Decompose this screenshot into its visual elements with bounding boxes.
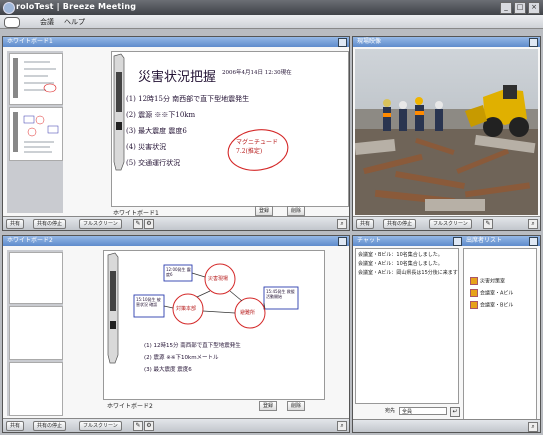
pod-menu-icon[interactable]: [453, 237, 462, 246]
window-titlebar: roloTest | Breeze Meeting _ □ ×: [0, 0, 543, 15]
thumbnail-page-2[interactable]: [9, 306, 63, 360]
wb1-register-button[interactable]: 登録: [255, 206, 274, 216]
menu-meeting[interactable]: 会議: [40, 17, 54, 27]
camera-tool-icon[interactable]: ✎: [483, 219, 493, 229]
pod-menu-icon[interactable]: [338, 237, 347, 246]
wb1-magnitude-note: マグニチュード 7.2(推定): [236, 139, 279, 155]
whiteboard2-canvas[interactable]: 12:00発生 震度6 災害現場 15:10発生 被害状況 確認 15:45発生…: [103, 250, 325, 400]
camera-title: 現場映像: [353, 37, 540, 47]
attendee-row[interactable]: 会議室・Aビル: [470, 289, 513, 297]
chat-recipient-row: 宛先 全員 ↵: [355, 406, 460, 417]
wb1-fullscreen-button[interactable]: フルスクリーン: [79, 219, 122, 229]
recipient-label: 宛先: [385, 408, 396, 414]
send-icon[interactable]: ↵: [450, 407, 460, 417]
thumbnail-page-1[interactable]: [9, 53, 63, 105]
chat-message: 会議室・Aビル：10名集合しました。: [358, 261, 443, 267]
wb1-share-button[interactable]: 共有: [6, 219, 25, 229]
wb2-stop-share-button[interactable]: 共有の停止: [33, 421, 67, 431]
wb1-line-3: (3) 最大震度 震度6: [126, 127, 187, 135]
user-icon: [470, 289, 478, 297]
wb2-toolbar: 共有 共有の停止 フルスクリーン ✎ ⚙ ⌕: [3, 418, 349, 432]
chat-title: チャット: [353, 236, 464, 246]
chat-toolbar: ⌕: [353, 419, 540, 432]
wb2-delete-button[interactable]: 削除: [287, 401, 306, 411]
wb2-node-5: 対策本部: [176, 306, 197, 312]
menu-bar: 会議 ヘルプ: [0, 15, 543, 29]
thumbnail-page-1[interactable]: [9, 252, 63, 304]
camera-pod: 現場映像 共有 共有の停止 フルスクリーン ✎ ⌕: [352, 36, 541, 231]
wb1-date: 2006年4月14日 12:30現在: [222, 70, 292, 76]
recipient-select[interactable]: 全員: [399, 407, 447, 415]
whiteboard2-label: ホワイトボード2: [107, 403, 153, 410]
pod-menu-icon[interactable]: [338, 38, 347, 47]
wb2-node-4: 15:45発生 救援活動開始: [266, 289, 295, 299]
wb2-node-2: 災害現場: [208, 276, 229, 282]
menu-help[interactable]: ヘルプ: [64, 17, 85, 27]
wb1-line-1: (1) 12時15分 南西部で直下型地震発生: [126, 95, 250, 103]
wb1-toolbar: 共有 共有の停止 フルスクリーン ✎ ⚙ ⌕: [3, 216, 349, 230]
wb1-settings-icon[interactable]: ⚙: [144, 219, 154, 229]
wb1-zoom-icon[interactable]: ⌕: [337, 219, 347, 229]
camera-share-button[interactable]: 共有: [356, 219, 375, 229]
wb2-node-1: 12:00発生 震度6: [166, 267, 191, 277]
attendees-title: 出席者リスト: [462, 236, 540, 246]
close-button[interactable]: ×: [528, 2, 540, 14]
wb2-node-3: 15:10発生 被害状況 確認: [136, 297, 161, 307]
camera-zoom-icon[interactable]: ⌕: [528, 219, 538, 229]
meeting-icon[interactable]: [4, 17, 20, 28]
whiteboard1-canvas[interactable]: 災害状況把握 2006年4月14日 12:30現在 (1) 12時15分 南西部…: [111, 51, 349, 207]
chat-attendee-pod: チャット 出席者リスト 会議室・Bビル：10名集合しました。 会議室・Aビル：1…: [352, 235, 541, 433]
chat-zoom-icon[interactable]: ⌕: [528, 422, 538, 432]
wb2-line-1: (1) 12時15分 南西部で直下型地震発生: [144, 343, 241, 349]
camera-fullscreen-button[interactable]: フルスクリーン: [429, 219, 472, 229]
chat-log: 会議室・Bビル：10名集合しました。 会議室・Aビル：10名集合しました。 会議…: [355, 248, 459, 404]
wb2-tool-icon[interactable]: ✎: [133, 421, 143, 431]
wb1-line-4: (4) 災害状況: [126, 143, 167, 151]
wb2-line-3: (3) 最大震度 震度6: [144, 367, 192, 373]
wb2-node-6: 避難所: [240, 310, 256, 316]
chat-message: 会議室・Bビル：10名集合しました。: [358, 252, 443, 258]
whiteboard2-pod: ホワイトボード2 12:00発生 震度6 災害現場 15:10発生 被害状況 確…: [2, 235, 350, 433]
wb1-tool-icon[interactable]: ✎: [133, 219, 143, 229]
whiteboard1-title: ホワイトボード1: [3, 37, 349, 47]
user-icon: [470, 277, 478, 285]
wb1-delete-button[interactable]: 削除: [287, 206, 306, 216]
wb2-zoom-icon[interactable]: ⌕: [337, 421, 347, 431]
whiteboard2-thumbnails: [7, 250, 63, 416]
attendee-row[interactable]: 会議室・Bビル: [470, 301, 513, 309]
whiteboard1-thumbnails: [7, 51, 63, 213]
wb2-line-2: (2) 震源 ※※下10kmメートル: [144, 355, 219, 361]
pod-menu-icon[interactable]: [529, 237, 538, 246]
whiteboard1-pod: ホワイトボード1 災害状況把握 2006年4月14日 12:30現在 (1) 1…: [2, 36, 350, 231]
pod-menu-icon[interactable]: [529, 38, 538, 47]
wb2-fullscreen-button[interactable]: フルスクリーン: [79, 421, 122, 431]
chat-message: 会議室・Aビル：岡山県長は15分後に来ます: [358, 270, 458, 276]
wb2-settings-icon[interactable]: ⚙: [144, 421, 154, 431]
attendee-list: 災害対策室 会議室・Aビル 会議室・Bビル: [463, 248, 537, 420]
whiteboard2-title: ホワイトボード2: [3, 236, 349, 246]
camera-stop-share-button[interactable]: 共有の停止: [383, 219, 417, 229]
wb1-line-5: (5) 交通運行状況: [126, 159, 181, 167]
minimize-button[interactable]: _: [500, 2, 512, 14]
window-title: roloTest | Breeze Meeting: [16, 2, 137, 11]
wb1-stop-share-button[interactable]: 共有の停止: [33, 219, 67, 229]
attendee-row[interactable]: 災害対策室: [470, 277, 505, 285]
wb1-line-2: (2) 震源 ※※下10km: [126, 111, 196, 119]
wb1-heading: 災害状況把握: [138, 70, 217, 85]
maximize-button[interactable]: □: [514, 2, 526, 14]
app-logo-icon: [3, 2, 15, 14]
user-icon: [470, 301, 478, 309]
camera-toolbar: 共有 共有の停止 フルスクリーン ✎ ⌕: [353, 216, 540, 230]
thumbnail-page-3[interactable]: [9, 362, 63, 416]
thumbnail-page-2[interactable]: [9, 107, 63, 161]
wb2-share-button[interactable]: 共有: [6, 421, 25, 431]
camera-video: [355, 49, 538, 215]
wb2-register-button[interactable]: 登録: [259, 401, 278, 411]
